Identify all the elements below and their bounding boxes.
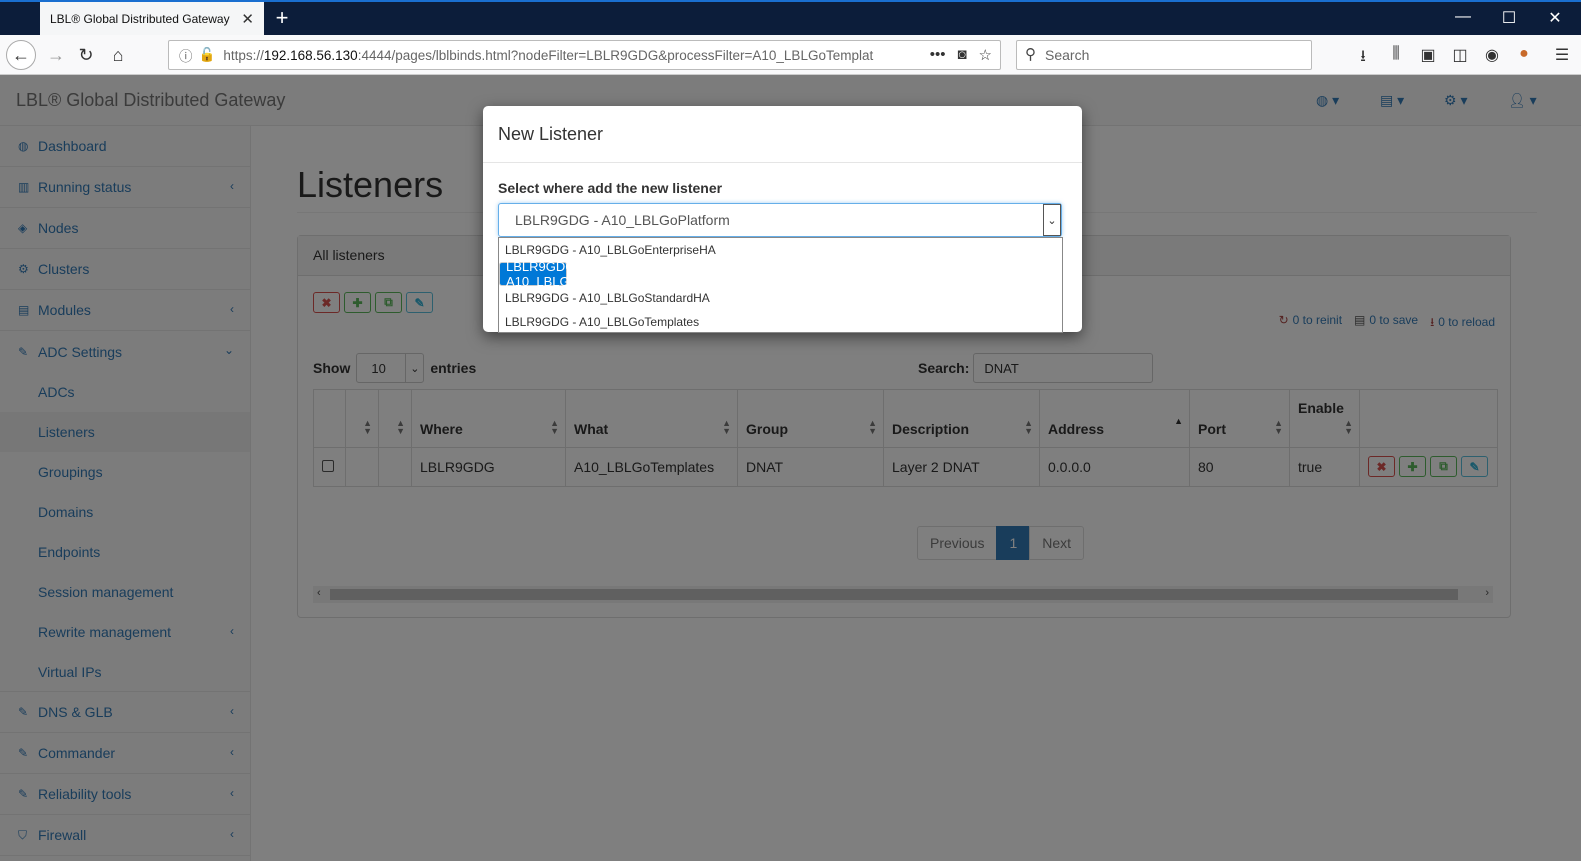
dropdown-option-selected[interactable]: LBLR9GDG - A10_LBLGoPlatform <box>499 259 625 289</box>
url-rest: :4444/pages/lblbinds.html?nodeFilter=LBL… <box>357 47 874 63</box>
dropdown-option[interactable]: LBLR9GDG - A10_LBLGoTemplates <box>499 310 1062 334</box>
listener-target-select[interactable]: LBLR9GDG - A10_LBLGoPlatform ⌄ <box>498 203 1062 237</box>
modal-title: New Listener <box>483 106 1082 163</box>
url-prefix: https:// <box>223 47 264 63</box>
browser-search-input[interactable]: ⚲ Search <box>1016 40 1312 70</box>
back-icon[interactable]: ← <box>6 40 36 70</box>
browser-tab[interactable]: LBL® Global Distributed Gateway ✕ <box>40 2 264 35</box>
browser-titlebar: LBL® Global Distributed Gateway ✕ + — ☐ … <box>0 0 1581 35</box>
page-actions-icon[interactable]: ••• <box>930 46 946 64</box>
menu-icon[interactable]: ☰ <box>1552 45 1572 65</box>
browser-search-placeholder: Search <box>1045 47 1090 63</box>
library-icon[interactable]: ⫼ <box>1386 45 1406 63</box>
dropdown-option[interactable]: LBLR9GDG - A10_LBLGoStandardHA <box>499 286 1062 310</box>
minimize-icon[interactable]: — <box>1440 8 1486 26</box>
info-icon[interactable]: ⓘ <box>179 45 193 65</box>
window-close-icon[interactable]: ✕ <box>1532 8 1578 28</box>
maximize-icon[interactable]: ☐ <box>1486 8 1532 28</box>
browser-toolbar: ← → ↻ ⌂ ⓘ 🔓 https://192.168.56.130:4444/… <box>0 35 1581 75</box>
pocket-icon[interactable]: ◙ <box>957 46 966 64</box>
cookie-icon[interactable]: ● <box>1514 45 1534 63</box>
lock-warning-icon[interactable]: 🔓 <box>199 47 216 63</box>
selected-value: LBLR9GDG - A10_LBLGoPlatform <box>515 212 730 228</box>
home-icon[interactable]: ⌂ <box>104 41 132 69</box>
extension-icon[interactable]: ◉ <box>1482 45 1502 65</box>
search-icon: ⚲ <box>1025 46 1036 63</box>
url-host: 192.168.56.130 <box>263 47 358 63</box>
modal-select-label: Select where add the new listener <box>498 180 723 196</box>
tab-title: LBL® Global Distributed Gateway <box>50 11 230 26</box>
tab-close-icon[interactable]: ✕ <box>241 10 254 28</box>
reader-icon[interactable]: ▣ <box>1418 45 1438 65</box>
forward-icon[interactable]: → <box>42 41 70 69</box>
new-tab-button[interactable]: + <box>270 6 294 30</box>
url-bar[interactable]: ⓘ 🔓 https://192.168.56.130:4444/pages/lb… <box>168 40 1001 70</box>
download-icon[interactable]: ⭳ <box>1353 45 1373 72</box>
reload-icon[interactable]: ↻ <box>72 41 100 69</box>
chevron-down-icon: ⌄ <box>1043 204 1061 236</box>
select-dropdown-list: LBLR9GDG - A10_LBLGoEnterpriseHA LBLR9GD… <box>498 237 1063 333</box>
bookmark-star-icon[interactable]: ☆ <box>979 46 992 64</box>
sidebar-icon[interactable]: ◫ <box>1450 45 1470 65</box>
